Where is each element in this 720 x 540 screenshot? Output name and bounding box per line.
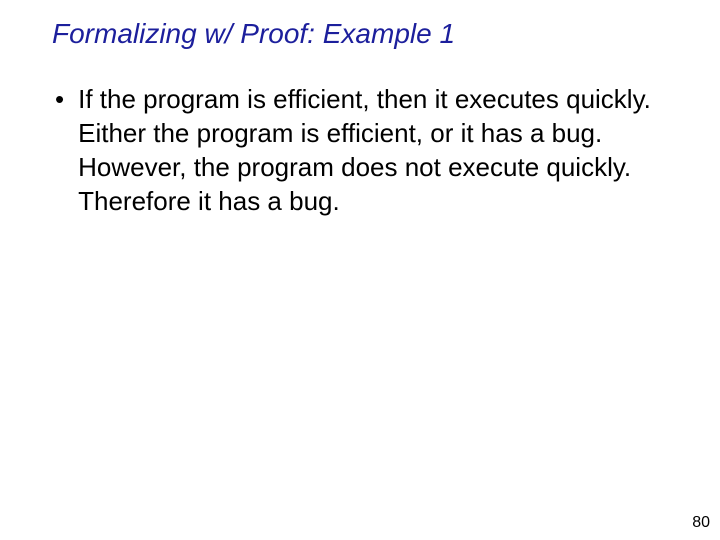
bullet-item: • If the program is efficient, then it e…: [55, 82, 670, 218]
slide-title: Formalizing w/ Proof: Example 1: [52, 18, 455, 50]
slide: Formalizing w/ Proof: Example 1 • If the…: [0, 0, 720, 540]
slide-body: • If the program is efficient, then it e…: [55, 82, 670, 218]
bullet-marker: •: [55, 82, 64, 116]
bullet-text: If the program is efficient, then it exe…: [78, 82, 670, 218]
page-number: 80: [692, 514, 710, 532]
